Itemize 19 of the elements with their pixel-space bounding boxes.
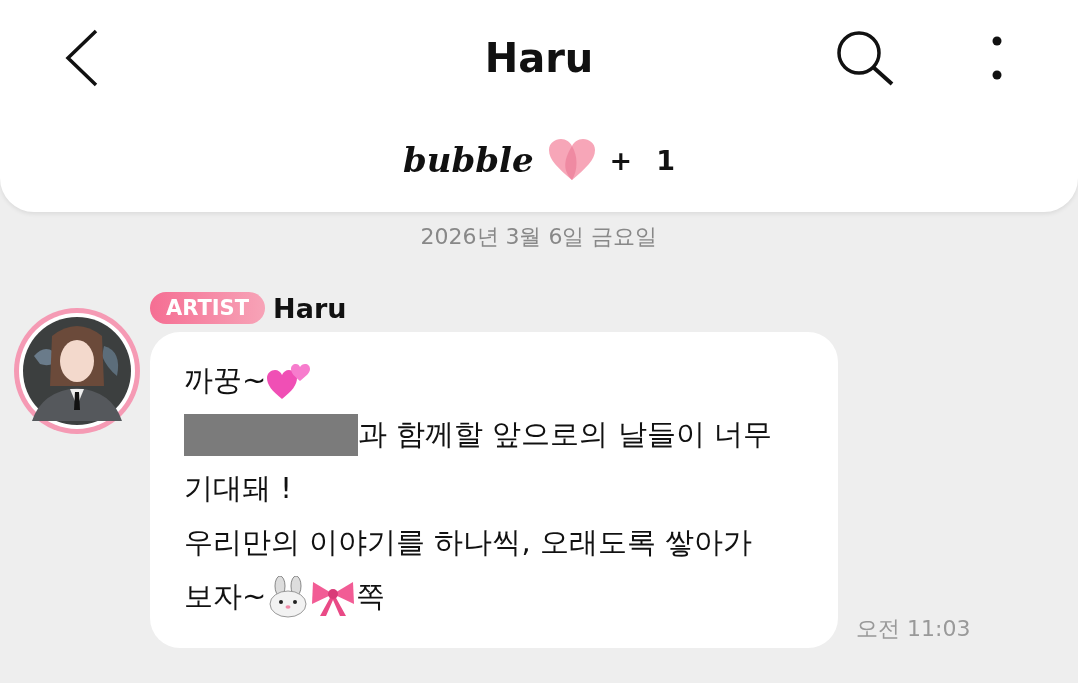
message-text: 기대돼 ! bbox=[184, 470, 292, 507]
sender-name: Haru bbox=[273, 292, 347, 324]
subscription-count: 1 bbox=[656, 144, 675, 176]
message-text: 쪽 bbox=[356, 578, 386, 615]
heart-icon bbox=[547, 138, 596, 182]
more-icon[interactable] bbox=[992, 36, 1002, 80]
back-icon[interactable] bbox=[65, 29, 99, 87]
hearts-icon bbox=[266, 361, 313, 401]
message-text: 보자~ bbox=[184, 578, 267, 615]
chat-title: Haru bbox=[483, 35, 595, 81]
message-text: 우리만의 이야기를 하나씩, 오래도록 쌓아가 bbox=[184, 524, 753, 561]
search-icon[interactable] bbox=[836, 30, 894, 86]
brand-logo: bubble bbox=[403, 140, 534, 180]
message-text: 까꿍~ bbox=[184, 362, 267, 399]
date-divider: 2026년 3월 6일 금요일 bbox=[419, 223, 659, 251]
message-text: 과 함께할 앞으로의 날들이 너무 bbox=[358, 416, 772, 453]
plus-sign: + bbox=[609, 144, 633, 176]
message-time: 오전 11:03 bbox=[856, 615, 971, 643]
artist-badge: ARTIST bbox=[150, 292, 266, 324]
